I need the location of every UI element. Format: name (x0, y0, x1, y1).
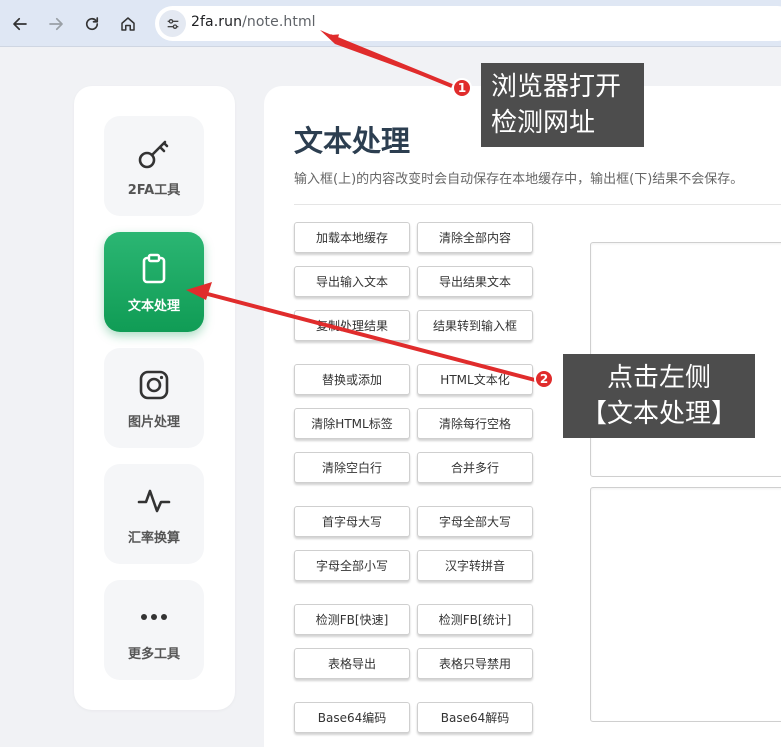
forward-button[interactable] (44, 12, 68, 36)
action-button[interactable]: 清除HTML标签 (294, 408, 410, 439)
action-button[interactable]: 字母全部小写 (294, 550, 410, 581)
clipboard-icon (136, 251, 172, 287)
action-button[interactable]: 合并多行 (417, 452, 533, 483)
action-button[interactable]: 导出输入文本 (294, 266, 410, 297)
callout-line: 点击左侧 (606, 363, 711, 393)
action-button[interactable]: 首字母大写 (294, 506, 410, 537)
url-host: 2fa.run (191, 14, 243, 30)
address-bar[interactable]: 2fa.run/note.html (155, 6, 781, 41)
reload-button[interactable] (80, 12, 104, 36)
sidebar-item-text-processing[interactable]: 文本处理 (104, 232, 204, 332)
callout-line: 检测网址 (491, 108, 596, 138)
action-button[interactable]: 清除空白行 (294, 452, 410, 483)
url-text[interactable]: 2fa.run/note.html (191, 14, 316, 30)
action-button[interactable]: 检测FB[快速] (294, 604, 410, 635)
page-description: 输入框(上)的内容改变时会自动保存在本地缓存中，输出框(下)结果不会保存。 (294, 172, 744, 187)
home-icon (121, 17, 135, 31)
url-path: /note.html (242, 14, 316, 30)
action-button[interactable]: 清除每行空格 (417, 408, 533, 439)
annotation-callout-2: 点击左侧 【文本处理】 (563, 354, 755, 438)
sidebar-item-label: 图片处理 (127, 414, 180, 430)
sidebar-item-label: 更多工具 (127, 646, 180, 662)
tune-icon (167, 18, 178, 29)
sidebar: 2FA工具 文本处理 图片处理 汇率换算 更多工具 (74, 86, 235, 710)
sidebar-item-image-processing[interactable]: 图片处理 (104, 348, 204, 448)
sidebar-item-label: 文本处理 (127, 298, 180, 314)
home-button[interactable] (116, 12, 140, 36)
callout-line: 浏览器打开 (491, 72, 622, 102)
pulse-icon (136, 483, 172, 519)
action-button[interactable]: 汉字转拼音 (417, 550, 533, 581)
action-button[interactable]: 表格导出 (294, 648, 410, 679)
action-button[interactable]: 检测FB[统计] (417, 604, 533, 635)
callout-line: 【文本处理】 (580, 399, 737, 429)
reload-icon (85, 17, 99, 31)
instagram-icon (136, 367, 172, 403)
sidebar-item-label: 2FA工具 (127, 182, 181, 198)
action-button[interactable]: Base64编码 (294, 702, 410, 733)
action-button[interactable]: HTML文本化 (417, 364, 533, 395)
action-button[interactable]: 导出结果文本 (417, 266, 533, 297)
page-title: 文本处理 (294, 124, 411, 158)
action-button[interactable]: Base64解码 (417, 702, 533, 733)
arrow-left-icon (13, 17, 27, 31)
action-button[interactable]: 复制处理结果 (294, 310, 410, 341)
action-button[interactable]: 替换或添加 (294, 364, 410, 395)
annotation-badge-1: 1 (452, 78, 472, 98)
action-button[interactable]: 结果转到输入框 (417, 310, 533, 341)
divider (294, 204, 781, 205)
back-button[interactable] (8, 12, 32, 36)
action-button[interactable]: 字母全部大写 (417, 506, 533, 537)
browser-toolbar: 2fa.run/note.html (0, 0, 781, 47)
sidebar-item-label: 汇率换算 (127, 530, 180, 546)
action-button[interactable]: 清除全部内容 (417, 222, 533, 253)
key-icon (136, 135, 172, 171)
sidebar-item-exchange-rate[interactable]: 汇率换算 (104, 464, 204, 564)
site-info-button[interactable] (159, 10, 186, 37)
action-button[interactable]: 表格只导禁用 (417, 648, 533, 679)
output-textarea[interactable] (590, 487, 781, 722)
annotation-badge-2: 2 (534, 369, 554, 389)
sidebar-item-2fa[interactable]: 2FA工具 (104, 116, 204, 216)
action-button[interactable]: 加载本地缓存 (294, 222, 410, 253)
sidebar-item-more-tools[interactable]: 更多工具 (104, 580, 204, 680)
more-dots-icon (136, 599, 172, 635)
annotation-callout-1: 浏览器打开 检测网址 (481, 63, 644, 147)
arrow-right-icon (49, 17, 63, 31)
